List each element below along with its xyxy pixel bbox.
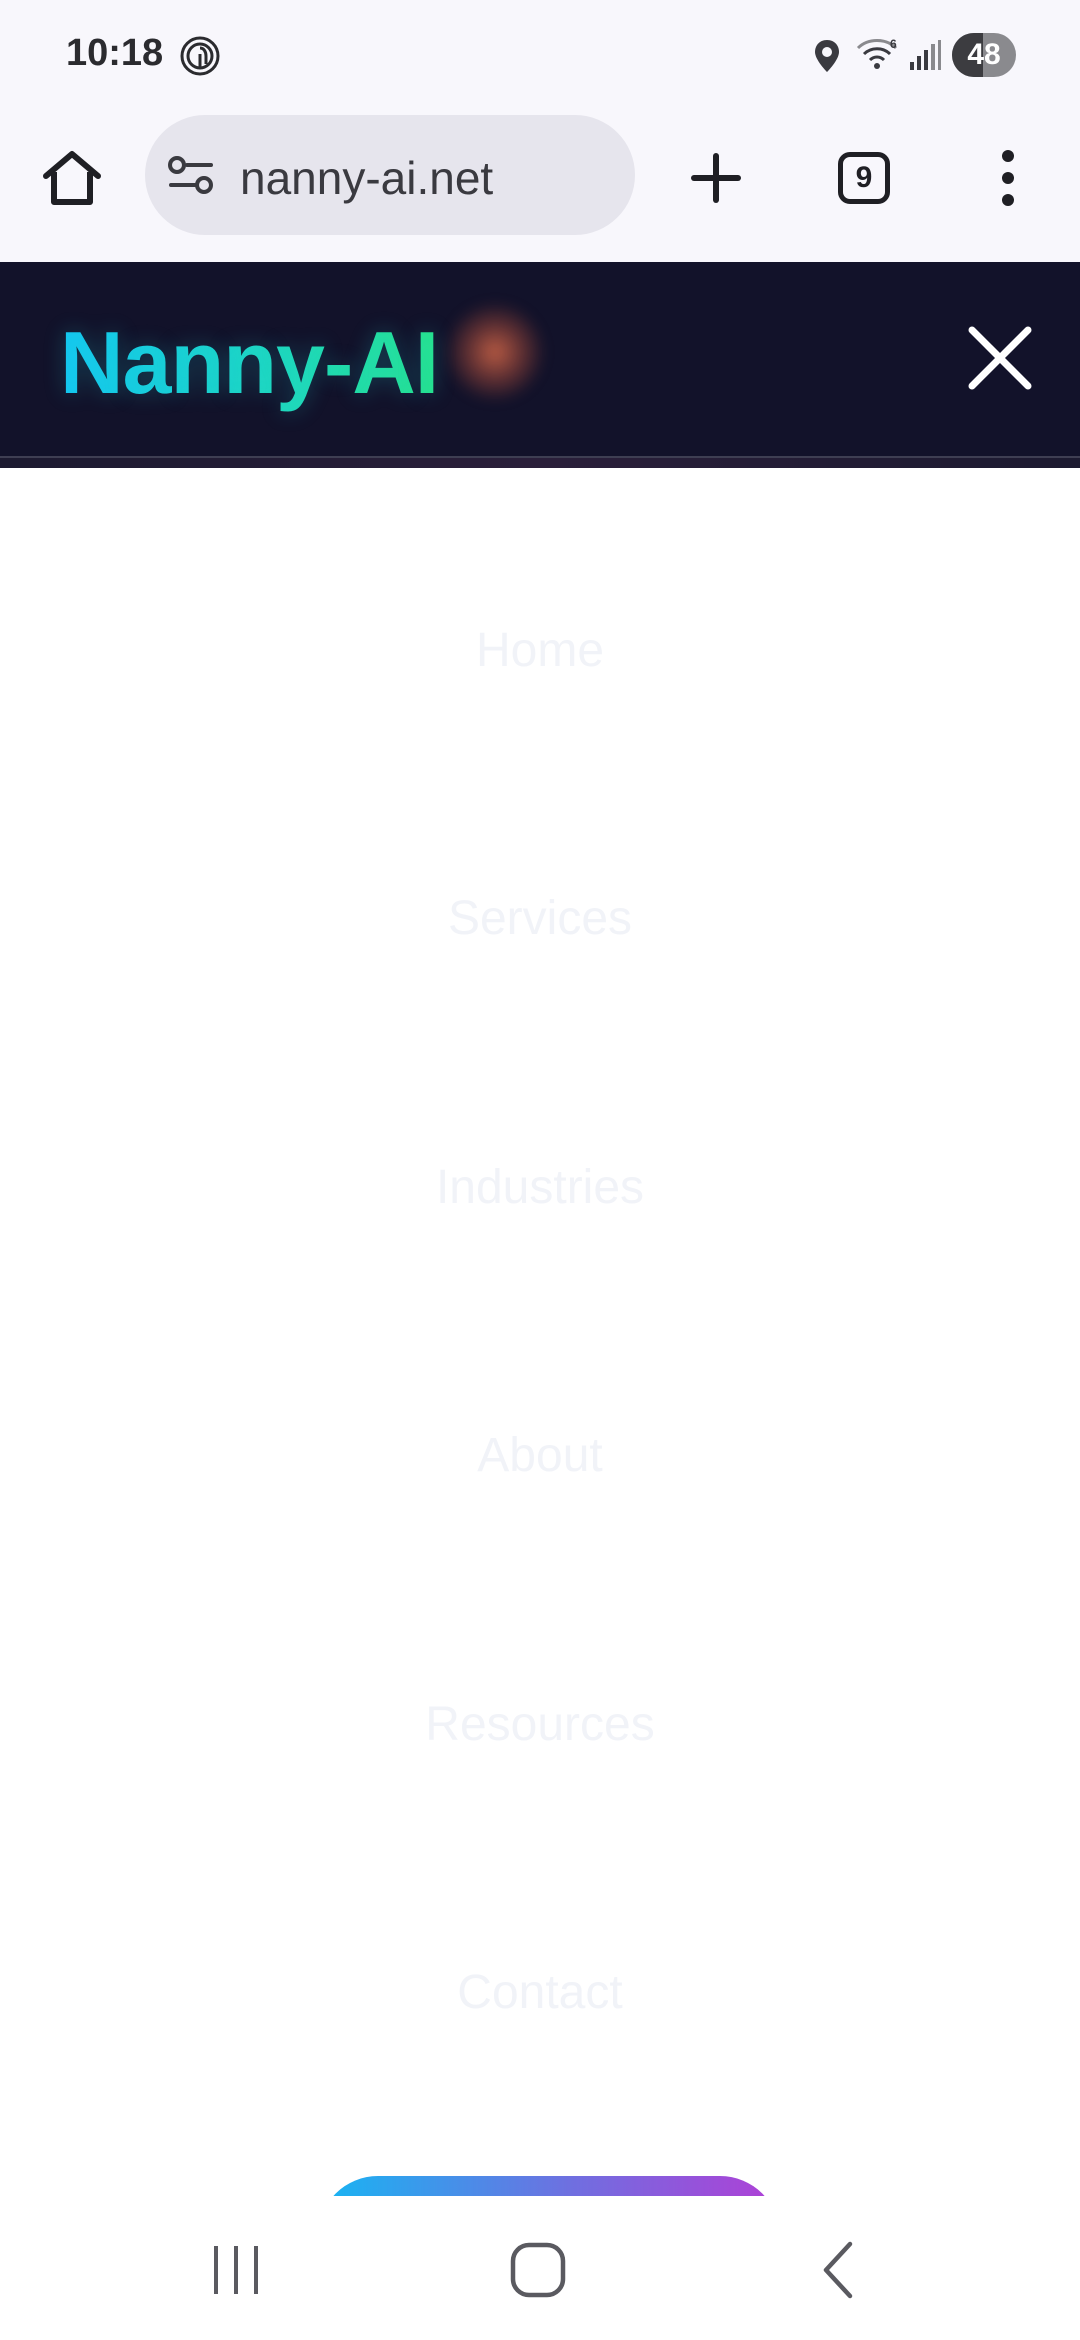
fingerprint-icon xyxy=(180,36,220,76)
location-icon xyxy=(815,40,839,72)
header-glow xyxy=(445,302,545,402)
tabs-button[interactable]: 9 xyxy=(828,142,900,214)
wifi-icon: 6 xyxy=(856,37,898,69)
menu-item-services[interactable]: Services xyxy=(0,849,1080,989)
back-icon[interactable] xyxy=(808,2238,872,2302)
address-bar[interactable]: nanny-ai.net xyxy=(145,115,635,235)
system-nav-bar xyxy=(0,2196,1080,2340)
battery-indicator: 48 xyxy=(952,33,1016,77)
site-logo[interactable]: Nanny-AI xyxy=(60,312,439,414)
menu-item-industries[interactable]: Industries xyxy=(0,1118,1080,1258)
home-icon[interactable] xyxy=(36,142,108,214)
svg-text:6: 6 xyxy=(890,37,897,51)
close-icon[interactable] xyxy=(962,320,1038,396)
battery-percent: 48 xyxy=(967,38,1001,71)
status-time: 10:18 xyxy=(66,32,164,74)
menu-item-contact[interactable]: Contact xyxy=(0,1923,1080,2063)
header-divider xyxy=(0,458,1080,468)
mobile-menu: Home Services Industries About Resources… xyxy=(0,468,1080,2168)
menu-item-about[interactable]: About xyxy=(0,1386,1080,1526)
menu-item-resources[interactable]: Resources xyxy=(0,1655,1080,1795)
tune-icon[interactable] xyxy=(167,155,215,195)
url-text[interactable]: nanny-ai.net xyxy=(240,151,493,205)
site-header: Nanny-AI xyxy=(0,262,1080,458)
plus-icon[interactable] xyxy=(680,142,752,214)
menu-item-home[interactable]: Home xyxy=(0,581,1080,721)
tabs-icon[interactable]: 9 xyxy=(838,152,890,204)
signal-icon xyxy=(910,40,941,70)
more-vert-icon[interactable] xyxy=(972,142,1044,214)
status-bar: 10:18 6 48 xyxy=(0,0,1080,112)
home-circle-icon[interactable] xyxy=(506,2238,570,2302)
recents-icon[interactable] xyxy=(204,2238,268,2302)
browser-toolbar: nanny-ai.net 9 xyxy=(0,112,1080,262)
screen: 10:18 6 48 nanny-ai.net 9 Nanny-AI Home … xyxy=(0,0,1080,2340)
